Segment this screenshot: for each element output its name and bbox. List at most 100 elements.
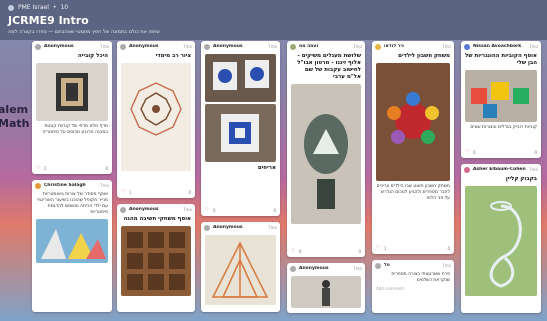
post-photo[interactable] [36, 219, 108, 264]
post-card[interactable]: Anonymous 7mo היכל קובייה מדף מלא מדפי ש… [32, 41, 112, 174]
background-word: alem [0, 103, 29, 116]
post-card[interactable]: Anonymous 7mo אוסף משחקי חשיבה מהנה [117, 204, 195, 312]
post-author: Anonymous [213, 44, 243, 49]
post-photo[interactable] [121, 225, 191, 296]
post-title: אריחים [257, 165, 276, 171]
post-time: 7mo [529, 167, 538, 172]
comment-count: 0 [105, 166, 108, 171]
post-card[interactable]: נעמה ממ 7mo שלושת מעגלים משיקים - אלוף ז… [287, 41, 365, 257]
like-count: 0 [299, 249, 302, 254]
post-photo[interactable] [121, 62, 191, 171]
post-card[interactable]: Anonymous 7mo ציור רב מימדי ♡ 1 0 [117, 41, 195, 198]
post-card[interactable]: טל 7mo פרח ששרטטתי בצורה מספרית שנקראת כ… [372, 260, 454, 313]
post-time: 7mo [442, 44, 451, 49]
post-author: Anonymous [299, 266, 329, 271]
avatar [204, 43, 210, 50]
origami-image [41, 229, 106, 260]
background-strip: alem Math [0, 40, 30, 321]
add-comment-link[interactable]: Add comment [372, 285, 454, 292]
avatar [120, 43, 126, 50]
post-author: Christine Salagh [44, 183, 86, 188]
like-icon[interactable]: ♡ [291, 249, 296, 254]
post-photo[interactable] [465, 185, 537, 296]
geometric-sculpture-image [211, 241, 269, 298]
glass-sculpture-image [304, 113, 348, 209]
like-count: 2 [44, 166, 47, 171]
post-author: ניר לנדאו [384, 44, 404, 49]
post-time: 7mo [100, 44, 109, 49]
post-title: שלושת מעגלים משיקים - אלוף זיגגו - מרטון… [297, 53, 361, 80]
comment-count: 0 [358, 249, 361, 254]
klein-bottle-image [489, 200, 522, 288]
post-photo[interactable] [36, 62, 108, 121]
post-author: Anonymous [129, 207, 159, 212]
like-count: 1 [384, 246, 387, 251]
crumb-user[interactable]: PME Israel [18, 4, 49, 11]
rubiks-cubes-image [471, 81, 529, 118]
tile-image [213, 60, 269, 90]
post-title: ציור רב מימדי [155, 53, 191, 59]
page-title: JCRME9 Intro [8, 14, 89, 27]
like-icon[interactable]: ♡ [376, 246, 381, 251]
board-header: PME Israel • 10 JCRME9 Intro שתפו את כול… [0, 0, 547, 40]
post-time: 7mo [529, 44, 538, 49]
crumb-separator: • [52, 4, 57, 11]
avatar [464, 166, 470, 173]
post-photo[interactable] [205, 104, 276, 162]
post-photo[interactable] [205, 235, 276, 305]
post-title: היכל קובייה [77, 53, 108, 59]
post-author: Anonymous [44, 44, 74, 49]
post-author: Nissan Avoachbork [473, 44, 522, 49]
post-card[interactable]: Christine Salagh 7mo אוסף מסודר של צורות… [32, 180, 112, 312]
post-photo[interactable] [291, 276, 361, 308]
post-card[interactable]: Anonymous 7mo אריחים ♡ 0 0 [201, 41, 280, 216]
post-card[interactable]: Anonymous 7mo [201, 222, 280, 312]
post-title: אוסף הקוביות ההונגריות של הבן שלי [465, 53, 537, 66]
breadcrumb: PME Israel • 10 [8, 4, 539, 11]
post-time: 7mo [442, 263, 451, 268]
post-author: נעמה ממ [299, 44, 319, 49]
post-time: 7mo [100, 183, 109, 188]
post-time: 7mo [183, 207, 192, 212]
post-author: Anonymous [213, 225, 243, 230]
post-body: קוביות רוביק בגדלים ובצורות שונים [470, 124, 537, 130]
string-art-image [130, 82, 182, 136]
comment-count: 0 [273, 208, 276, 213]
post-title: אוסף משחקי חשיבה מהנה [123, 216, 191, 222]
post-body: משחק חשבון פשוט שבו הילדים צריכים לחבר מ… [376, 183, 450, 201]
avatar [120, 206, 126, 213]
background-word: Math [0, 117, 30, 130]
post-time: 7mo [353, 266, 362, 271]
post-photo[interactable] [465, 69, 537, 122]
like-icon[interactable]: ♡ [121, 190, 126, 195]
like-icon[interactable]: ♡ [465, 150, 470, 155]
like-icon[interactable]: ♡ [36, 166, 41, 171]
like-icon[interactable]: ♡ [205, 208, 210, 213]
post-photo[interactable] [205, 54, 276, 102]
post-author: Anonymous [129, 44, 159, 49]
post-card[interactable]: ניר לנדאו 7mo משחק חשבון לילדים משחק חשב… [372, 41, 454, 254]
avatar [290, 265, 296, 272]
avatar [35, 43, 41, 50]
puzzle-box-image [127, 231, 185, 290]
post-body: פרח ששרטטתי בצורה מספרית שנקראת כשלמים [391, 272, 450, 284]
post-body: מדף מלא מדפי של קוביות קטנות במבנה מרובע… [42, 123, 108, 135]
post-time: 7mo [353, 44, 362, 49]
avatar [35, 182, 41, 189]
post-card[interactable]: Nissan Avoachbork 7mo אוסף הקוביות ההונג… [461, 41, 541, 158]
like-count: 1 [129, 190, 132, 195]
user-avatar-icon[interactable] [8, 4, 14, 11]
comment-count: 0 [534, 150, 537, 155]
post-time: 7mo [268, 44, 277, 49]
post-author: טל [384, 263, 390, 268]
crumb-count: 10 [60, 4, 69, 11]
post-photo[interactable] [376, 62, 450, 181]
like-count: 0 [213, 208, 216, 213]
post-photo[interactable] [291, 83, 361, 224]
post-card[interactable]: Anonymous 7mo [287, 263, 365, 313]
like-count: 0 [473, 150, 476, 155]
tile-image [221, 114, 259, 152]
post-card[interactable]: Asher Elbaum-Cohen 7mo בקבוק קליין [461, 164, 541, 313]
avatar [204, 224, 210, 231]
cube-sculpture-image [56, 72, 88, 111]
